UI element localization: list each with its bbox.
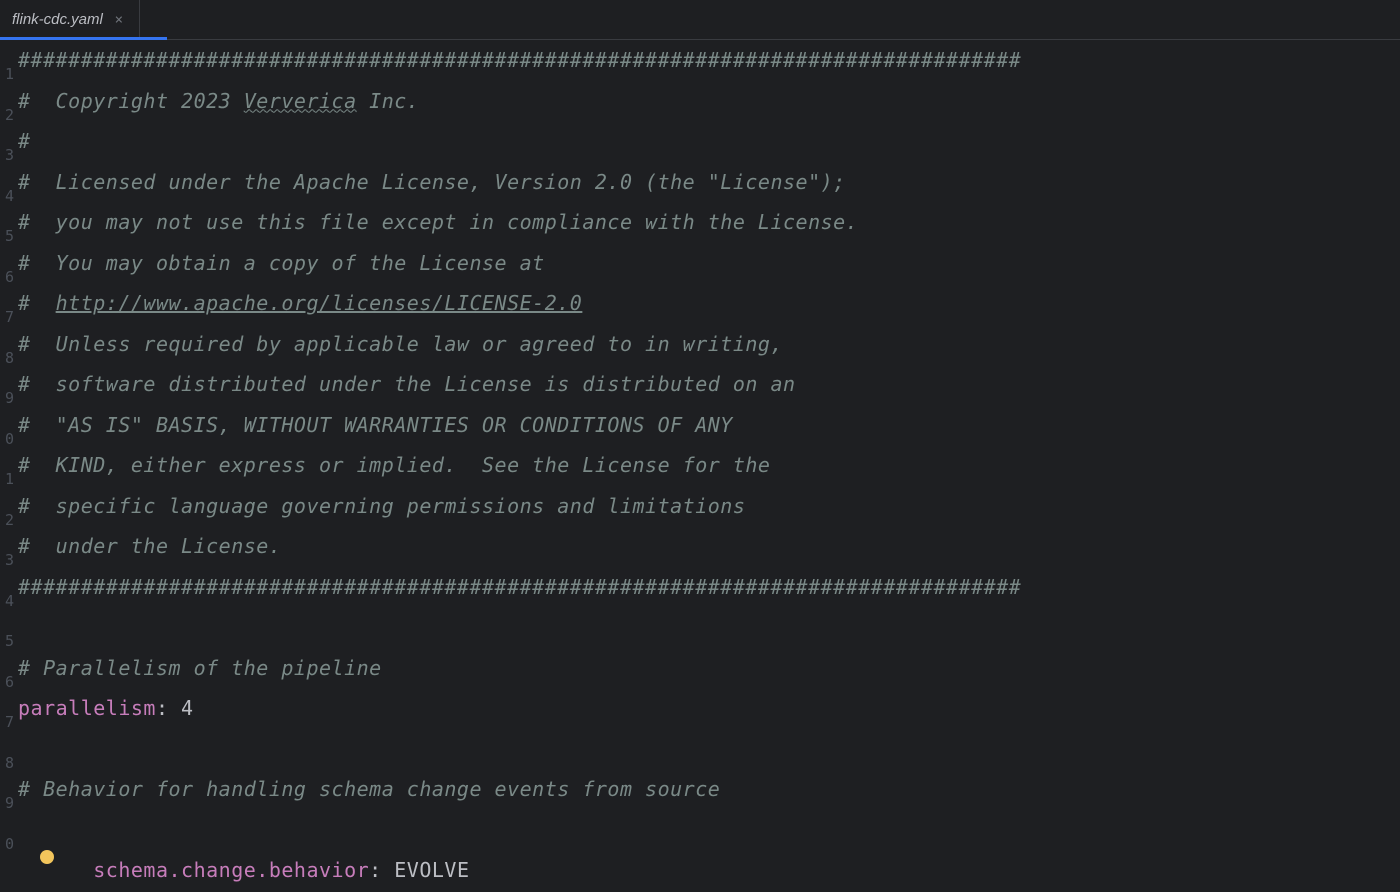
line-number: 9: [0, 783, 18, 824]
code-line: # KIND, either express or implied. See t…: [18, 445, 1021, 486]
code-line: parallelism: 4: [18, 688, 1021, 729]
code-line: ########################################…: [18, 567, 1021, 608]
close-icon[interactable]: ×: [111, 12, 127, 28]
code-line: # specific language governing permission…: [18, 486, 1021, 527]
code-line: # Parallelism of the pipeline: [18, 648, 1021, 689]
code-line: # you may not use this file except in co…: [18, 202, 1021, 243]
line-number: 3: [0, 135, 18, 176]
code-line: #: [18, 121, 1021, 162]
code-line: [18, 607, 1021, 648]
code-line: # You may obtain a copy of the License a…: [18, 243, 1021, 284]
code-line: # software distributed under the License…: [18, 364, 1021, 405]
line-number: 8: [0, 338, 18, 379]
line-number: 6: [0, 662, 18, 703]
code-line: # Licensed under the Apache License, Ver…: [18, 162, 1021, 203]
lightbulb-icon[interactable]: [40, 850, 54, 864]
tab-filename: flink-cdc.yaml: [12, 11, 103, 28]
code-line: # Unless required by applicable law or a…: [18, 324, 1021, 365]
tab-active-indicator: [0, 37, 167, 40]
line-number: 7: [0, 297, 18, 338]
tab-bar: flink-cdc.yaml ×: [0, 0, 1400, 40]
code-line: schema.change.behavior: EVOLVE: [18, 810, 1021, 892]
line-number: 9: [0, 378, 18, 419]
code-line: [18, 729, 1021, 770]
line-number: 5: [0, 216, 18, 257]
code-line: ########################################…: [18, 40, 1021, 81]
code-line: # under the License.: [18, 526, 1021, 567]
line-number: 0: [0, 419, 18, 460]
tab-flink-cdc[interactable]: flink-cdc.yaml ×: [0, 0, 140, 39]
line-number: 1: [0, 54, 18, 95]
line-number: 7: [0, 702, 18, 743]
editor-area[interactable]: ########################################…: [18, 40, 1021, 892]
line-number: 2: [0, 500, 18, 541]
line-number: 8: [0, 743, 18, 784]
line-number: 4: [0, 176, 18, 217]
code-line: # http://www.apache.org/licenses/LICENSE…: [18, 283, 1021, 324]
line-number: 3: [0, 540, 18, 581]
code-line: # Behavior for handling schema change ev…: [18, 769, 1021, 810]
line-number: 0: [0, 824, 18, 865]
code-line: # Copyright 2023 Ververica Inc.: [18, 81, 1021, 122]
line-number: 2: [0, 95, 18, 136]
editor-container: 1 2 3 4 5 6 7 8 9 0 1 2 3 4 5 6 7 8 9 0 …: [0, 40, 1400, 892]
line-number: 4: [0, 581, 18, 622]
code-line: # "AS IS" BASIS, WITHOUT WARRANTIES OR C…: [18, 405, 1021, 446]
line-number: 6: [0, 257, 18, 298]
line-number: 5: [0, 621, 18, 662]
line-number-gutter: 1 2 3 4 5 6 7 8 9 0 1 2 3 4 5 6 7 8 9 0: [0, 40, 18, 892]
line-number: 1: [0, 459, 18, 500]
